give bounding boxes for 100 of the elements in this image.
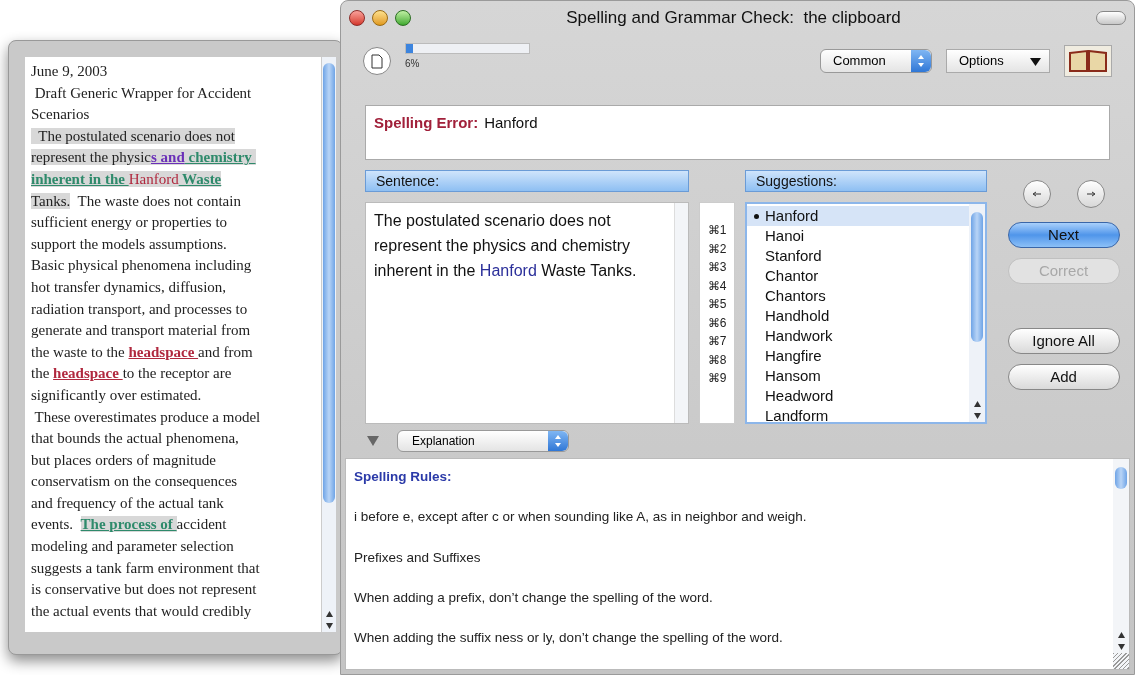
window-title: Spelling and Grammar Check: the clipboard: [565, 7, 902, 30]
suggestion-item[interactable]: Hangfire: [747, 346, 969, 366]
document-text: Basic physical phenomena including: [31, 257, 252, 274]
explanation-popup[interactable]: Explanation: [397, 430, 569, 452]
document-text: that bounds the actual phenomena,: [31, 430, 239, 447]
scroll-thumb[interactable]: [323, 63, 335, 503]
scroll-up-arrow-icon[interactable]: [973, 401, 981, 407]
dialog-button[interactable]: Ignore All: [1007, 328, 1120, 354]
document-text: suggests a tank farm environment that: [31, 559, 260, 576]
shortcut-label: ⌘1: [707, 222, 727, 239]
explanation-heading: Spelling Rules:: [354, 468, 453, 486]
sentence-field[interactable]: The postulated scenario does not represent the physics and chemistry inherent in the Hanford Waste Tanks.: [365, 202, 689, 424]
scroll-down-arrow-icon[interactable]: [1117, 644, 1125, 650]
suggestion-item[interactable]: Handhold: [747, 306, 969, 326]
document-text: generate and transport material from: [31, 322, 251, 339]
shortcut-label: ⌘4: [707, 277, 727, 295]
book-icon[interactable]: [1064, 45, 1112, 77]
document-text: The process of: [80, 516, 177, 533]
shortcut-label: ⌘2: [707, 240, 727, 258]
document-text: Tanks.: [31, 192, 71, 209]
document-text: and frequency of the actual tank: [31, 494, 224, 511]
document-text: accident: [176, 516, 227, 533]
document-text: Scenarios: [31, 106, 90, 123]
suggestion-item[interactable]: Hanford: [747, 206, 969, 226]
dialog-button[interactable]: Next: [1007, 222, 1120, 248]
scroll-thumb[interactable]: [1115, 467, 1127, 489]
document-text: inherent in the: [31, 170, 129, 187]
suggestion-item[interactable]: Hanoi: [747, 226, 969, 246]
document-text: and from: [198, 343, 253, 360]
shortcut-label: ⌘9: [707, 370, 727, 387]
document-text: chemistry: [184, 149, 256, 166]
close-button[interactable]: [349, 10, 365, 26]
shortcut-label: ⌘8: [707, 351, 727, 369]
document-text: June 9, 2003: [31, 63, 108, 79]
suggestion-item[interactable]: Headword: [747, 386, 969, 406]
suggestion-item[interactable]: Handwork: [747, 326, 969, 346]
document-icon[interactable]: [363, 47, 391, 75]
scroll-thumb[interactable]: [971, 212, 983, 342]
explanation-text: Prefixes and Suffixes: [354, 548, 482, 567]
progress-reading: 6%: [405, 57, 421, 71]
back-arrow-button[interactable]: [1022, 180, 1051, 208]
document-text: headspace: [128, 343, 196, 360]
document-text: radiation transport, and processes to: [31, 300, 248, 317]
caret-icon: [1030, 58, 1041, 66]
document-text: is conservative but does not represent: [31, 581, 257, 598]
stepper-icon: [548, 431, 568, 451]
document-text: Hanford: [128, 170, 179, 187]
scroll-down-arrow-icon[interactable]: [325, 623, 333, 629]
document-text: significantly over estimated.: [31, 386, 202, 403]
document-text: to the receptor are: [122, 365, 232, 382]
document-text: headspace: [53, 365, 120, 382]
suggestion-item[interactable]: Hansom: [747, 366, 969, 386]
document-text: the actual events that would credibly: [31, 602, 252, 619]
resize-grip-icon[interactable]: [1113, 653, 1129, 669]
document-text: the: [31, 365, 51, 382]
suggestion-item[interactable]: Stanford: [747, 246, 969, 266]
document-text: events.: [31, 516, 75, 533]
zoom-button[interactable]: [395, 10, 411, 26]
shortcut-label: ⌘5: [707, 296, 727, 313]
document-text: modeling and parameter selection: [31, 538, 234, 555]
document-text: s and: [150, 149, 185, 166]
dictionary-popup[interactable]: Common: [820, 49, 932, 73]
document-text: The waste does not contain: [76, 192, 241, 209]
explanation-text: When adding a prefix, don’t change the spelling of the word.: [354, 588, 714, 607]
document-text: but places orders of magnitude: [31, 451, 216, 468]
stepper-icon: [911, 50, 931, 72]
dialog-button[interactable]: Add: [1007, 364, 1120, 390]
document-text: sufficient energy or properties to: [31, 214, 228, 231]
explanation-text: When adding the suffix ness or ly, don’t change the spelling of the word.: [354, 629, 784, 647]
suggestion-item[interactable]: Landform: [747, 406, 969, 426]
document-text: The postulated scenario does not: [31, 127, 235, 144]
scrollbar[interactable]: [674, 203, 688, 423]
document-text: hot transfer dynamics, diffusion,: [31, 278, 227, 295]
suggestion-item[interactable]: Chantor: [747, 266, 969, 286]
error-word: Hanford: [484, 113, 538, 133]
suggestions-header: Suggestions:: [745, 170, 987, 192]
sentence-header: Sentence:: [365, 170, 689, 192]
options-menu[interactable]: Options: [946, 49, 1050, 73]
explanation-text: i before e, except after c or when sounding like A, as in neighbor and weigh.: [354, 508, 808, 527]
shortcut-label: ⌘7: [707, 333, 727, 350]
scroll-down-arrow-icon[interactable]: [973, 413, 981, 419]
disclosure-triangle-icon[interactable]: [367, 436, 379, 446]
scroll-up-arrow-icon[interactable]: [325, 611, 333, 617]
scrollbar[interactable]: [321, 57, 336, 632]
scroll-up-arrow-icon[interactable]: [1117, 632, 1125, 638]
document-text: support the models assumptions.: [31, 235, 227, 252]
suggestions-list[interactable]: Hanford Hanoi Stanford Chantor Chantors Handhold Handwork Hangfire Hansom Headword Landform: [745, 202, 987, 424]
document-text: represent the physic: [31, 149, 151, 166]
document-text: Waste: [178, 170, 222, 187]
document-text: Draft Generic Wrapper for Accident: [33, 84, 252, 101]
left-arrow-icon: [1031, 191, 1042, 197]
suggestion-item[interactable]: Chantors: [747, 286, 969, 306]
minimize-button[interactable]: [372, 10, 388, 26]
document-text: conservatism on the consequences: [31, 473, 238, 490]
error-label: Spelling Error:: [374, 113, 479, 133]
toolbar-toggle-button[interactable]: [1096, 11, 1126, 25]
document-text: These overestimates produce a model: [33, 408, 261, 425]
forward-arrow-button[interactable]: [1076, 180, 1105, 208]
shortcut-label: ⌘6: [707, 314, 727, 332]
bullet-icon: [753, 213, 759, 219]
